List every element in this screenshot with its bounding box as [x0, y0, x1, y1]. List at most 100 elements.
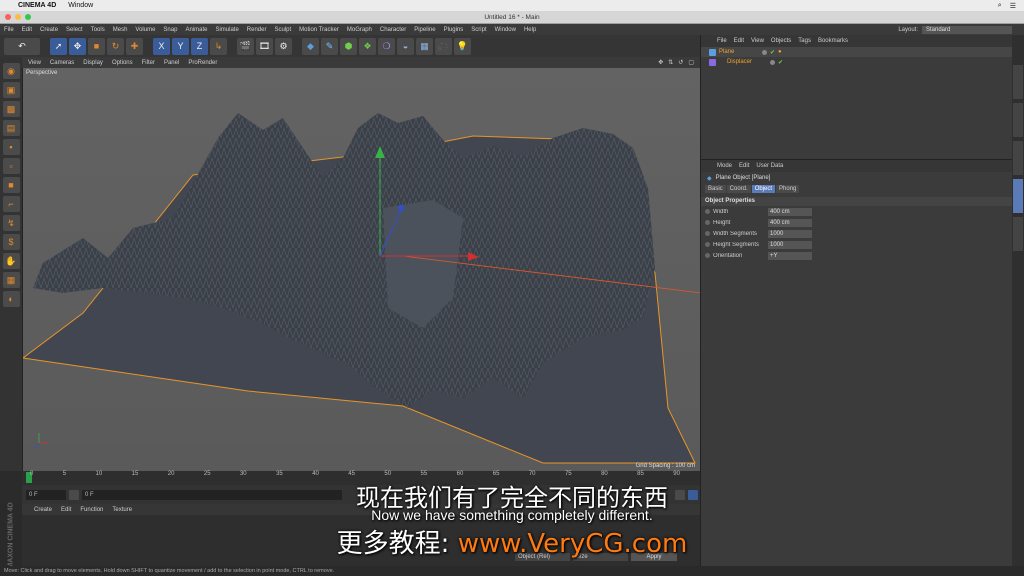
maximize-view-icon[interactable]: ▢ [688, 59, 694, 66]
planar-workplane-icon[interactable]: ▦ [2, 272, 20, 288]
viewport-menu-display[interactable]: Display [83, 60, 103, 66]
object-row-plane[interactable]: Plane ✔ ● [701, 47, 1012, 57]
coordinate-system-icon[interactable]: ↳ [210, 37, 227, 55]
property-value-field[interactable]: 400 cm [768, 207, 812, 216]
search-icon[interactable]: ⌕ [998, 2, 1002, 10]
menu-tools[interactable]: Tools [91, 27, 105, 33]
menu-render[interactable]: Render [247, 27, 267, 33]
render-view-icon[interactable]: 🎬 [237, 37, 254, 55]
menu-edit[interactable]: Edit [22, 27, 32, 33]
mac-app-name[interactable]: CINEMA 4D [18, 2, 56, 9]
axis-x-button[interactable]: X [153, 37, 170, 55]
layout-dropdown[interactable]: Standard [922, 25, 1012, 34]
animate-property-icon[interactable] [705, 220, 710, 225]
enabled-check-icon[interactable]: ✔ [770, 49, 775, 56]
structure-side-tab[interactable] [1013, 141, 1023, 175]
tab-object[interactable]: Object [751, 185, 776, 193]
floor-icon[interactable]: ▦ [416, 37, 433, 55]
menu-motion-tracker[interactable]: Motion Tracker [299, 27, 339, 33]
menu-plugins[interactable]: Plugins [444, 27, 464, 33]
menu-snap[interactable]: Snap [163, 27, 177, 33]
dolly-view-icon[interactable]: ⇅ [668, 59, 673, 66]
menu-select[interactable]: Select [66, 27, 83, 33]
perspective-viewport[interactable]: Perspective Grid Spacing : 100 cm [22, 68, 700, 471]
animate-property-icon[interactable] [705, 253, 710, 258]
scale-tool-icon[interactable]: ■ [88, 37, 105, 55]
pen-spline-icon[interactable]: ✎ [321, 37, 338, 55]
object-menu-bookmarks[interactable]: Bookmarks [818, 38, 848, 44]
animate-property-icon[interactable] [705, 242, 710, 247]
viewport-menu-options[interactable]: Options [112, 60, 133, 66]
tweak-mode-icon[interactable]: ↯ [2, 215, 20, 231]
pan-view-icon[interactable]: ✥ [658, 59, 663, 66]
axis-mode-icon[interactable]: ⌐ [2, 196, 20, 212]
viewport-menu-filter[interactable]: Filter [142, 60, 155, 66]
viewport-menu-cameras[interactable]: Cameras [50, 60, 74, 66]
attribute-menu-edit[interactable]: Edit [739, 163, 749, 169]
tab-coord[interactable]: Coord. [726, 185, 751, 193]
polygons-mode-icon[interactable]: ■ [2, 177, 20, 193]
axis-z-button[interactable]: Z [191, 37, 208, 55]
tab-phong[interactable]: Phong [776, 185, 800, 193]
phong-tag-icon[interactable]: ● [778, 49, 782, 55]
rotate-tool-icon[interactable]: ↻ [107, 37, 124, 55]
environment-icon[interactable]: ◒ [397, 37, 414, 55]
menu-create[interactable]: Create [40, 27, 58, 33]
layers-side-tab[interactable] [1013, 217, 1023, 251]
render-picture-viewer-icon[interactable]: 🎞 [256, 37, 273, 55]
property-value-field[interactable]: 1000 [768, 240, 812, 249]
model-mode-icon[interactable]: ▣ [2, 82, 20, 98]
menu-animate[interactable]: Animate [185, 27, 207, 33]
minimize-window-button[interactable] [15, 14, 21, 20]
property-value-field[interactable]: 1000 [768, 229, 812, 238]
cube-primitive-icon[interactable]: ◆ [302, 37, 319, 55]
viewport-menu-prorender[interactable]: ProRender [188, 60, 217, 66]
zoom-window-button[interactable] [25, 14, 31, 20]
object-menu-objects[interactable]: Objects [771, 38, 791, 44]
solo-icon[interactable]: ◐ [2, 291, 20, 307]
menu-character[interactable]: Character [380, 27, 406, 33]
property-value-field[interactable]: 400 cm [768, 218, 812, 227]
menu-window[interactable]: Window [495, 27, 516, 33]
viewport-menu-view[interactable]: View [28, 60, 41, 66]
object-menu-view[interactable]: View [751, 38, 764, 44]
menu-list-icon[interactable]: ☰ [1010, 2, 1016, 10]
workplane-icon[interactable]: ▤ [2, 120, 20, 136]
points-mode-icon[interactable]: ▪ [2, 139, 20, 155]
attribute-menu-user-data[interactable]: User Data [756, 163, 783, 169]
menu-simulate[interactable]: Simulate [215, 27, 238, 33]
menu-mograph[interactable]: MoGraph [347, 27, 372, 33]
undo-button[interactable]: ↶ [4, 37, 40, 55]
attributes-side-tab[interactable] [1013, 179, 1023, 213]
subdivision-surface-icon[interactable]: ⬢ [340, 37, 357, 55]
menu-sculpt[interactable]: Sculpt [274, 27, 291, 33]
texture-mode-icon[interactable]: ▩ [2, 101, 20, 117]
visibility-dot-icon[interactable] [770, 59, 775, 65]
visibility-dot-icon[interactable] [762, 49, 767, 55]
menu-volume[interactable]: Volume [135, 27, 155, 33]
menu-script[interactable]: Script [471, 27, 486, 33]
render-settings-icon[interactable]: ⚙ [275, 37, 292, 55]
attribute-menu-mode[interactable]: Mode [717, 163, 732, 169]
object-row-displacer[interactable]: Displacer ✔ [701, 57, 1012, 67]
live-selection-icon[interactable]: ➚ [50, 37, 67, 55]
workplane-lock-icon[interactable]: ✋ [2, 253, 20, 269]
object-name[interactable]: Plane [719, 49, 759, 55]
mac-menu-window[interactable]: Window [68, 2, 93, 9]
animate-property-icon[interactable] [705, 231, 710, 236]
viewport-menu-panel[interactable]: Panel [164, 60, 179, 66]
menu-mesh[interactable]: Mesh [113, 27, 128, 33]
rotate-view-icon[interactable]: ↺ [678, 59, 683, 66]
camera-icon[interactable]: 🎥 [435, 37, 452, 55]
move-tool-icon[interactable]: ✥ [69, 37, 86, 55]
object-menu-file[interactable]: File [717, 38, 727, 44]
add-object-icon[interactable]: ✚ [126, 37, 143, 55]
axis-y-button[interactable]: Y [172, 37, 189, 55]
menu-help[interactable]: Help [524, 27, 536, 33]
deformer-icon[interactable]: ❍ [378, 37, 395, 55]
light-icon[interactable]: 💡 [454, 37, 471, 55]
snap-icon[interactable]: $ [2, 234, 20, 250]
tab-basic[interactable]: Basic [705, 185, 726, 193]
content-browser-side-tab[interactable] [1013, 103, 1023, 137]
property-value-field[interactable]: +Y [768, 251, 812, 260]
